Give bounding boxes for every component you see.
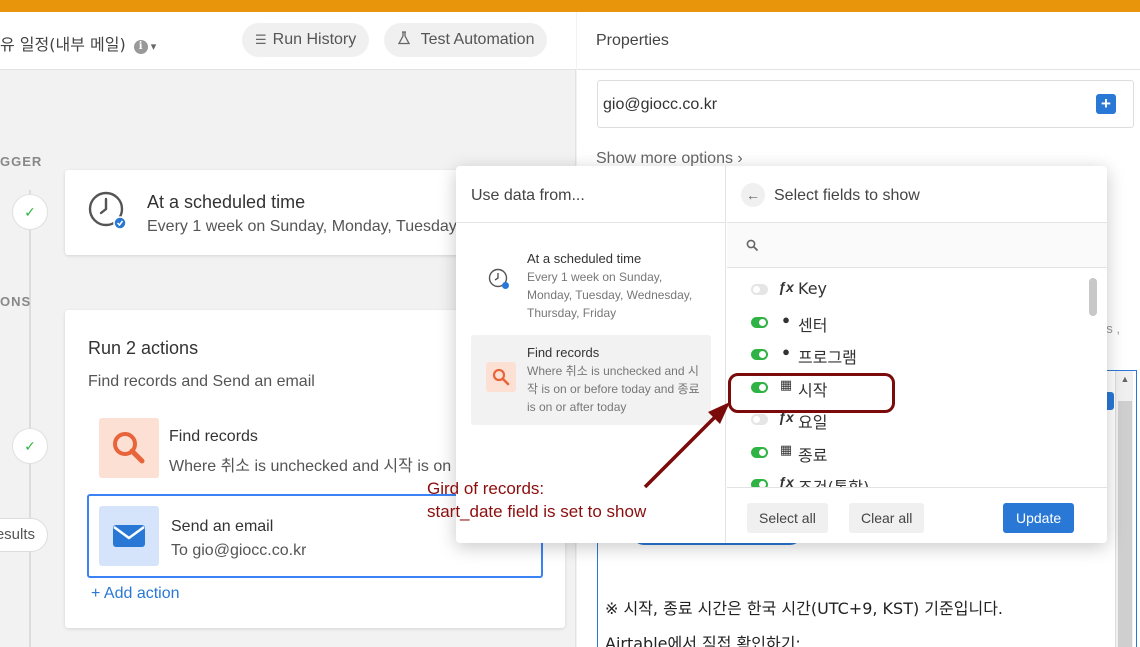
email-to-value: gio@giocc.co.kr (603, 96, 718, 113)
body-scroll-thumb[interactable] (1118, 401, 1132, 647)
back-arrow-icon[interactable]: ← (741, 183, 765, 207)
body-scrollbar[interactable]: ▲ (1115, 371, 1133, 647)
run-history-label: Run History (272, 31, 357, 48)
scroll-up-arrow-icon[interactable]: ▲ (1116, 374, 1134, 384)
body-line-airtable: Airtable에서 직접 확인하기: (605, 634, 801, 647)
annotation-line-2: start_date field is set to show (427, 502, 647, 521)
list-icon: ☰ (255, 32, 267, 47)
find-records-desc: Where 취소 is unchecked and 시작 is on or be… (169, 458, 459, 475)
actions-section-label: ONS (0, 294, 32, 309)
body-line-timezone-note: ※ 시작, 종료 시간은 한국 시간(UTC+9, KST) 기준입니다. (605, 599, 1003, 618)
field-visibility-toggle[interactable] (751, 479, 768, 487)
properties-divider (577, 69, 1140, 70)
use-data-from-title: Use data from... (471, 187, 585, 204)
source-desc: Every 1 week on Sunday, Monday, Tuesday,… (527, 270, 693, 320)
field-visibility-toggle[interactable] (751, 446, 768, 458)
clock-icon (88, 191, 127, 230)
find-records-title: Find records (169, 428, 258, 445)
find-records-icon-box (486, 362, 516, 392)
single-select-icon: ● (782, 311, 790, 327)
field-visibility-toggle[interactable] (751, 284, 768, 295)
field-selector-footer: Select all Clear all Update (727, 487, 1107, 543)
flow-connector-line (29, 190, 31, 647)
search-icon (113, 432, 145, 464)
field-name: 종료 (798, 445, 828, 465)
field-visibility-toggle[interactable] (751, 349, 768, 360)
email-to-field[interactable]: gio@giocc.co.kr + (597, 80, 1134, 128)
field-name: 센터 (798, 315, 828, 335)
field-selector-column: ← Select fields to show ƒx Key ● 센터 ● 프로그램 ▦ 시작… (727, 166, 1107, 543)
app-top-bar (0, 0, 1140, 12)
info-icon[interactable]: i (133, 40, 148, 54)
source-title: Find records (527, 345, 600, 360)
annotation-highlight-box (728, 373, 895, 413)
calendar-icon: ▦ (779, 441, 793, 457)
insert-field-plus-icon[interactable]: + (1096, 94, 1116, 114)
data-source-divider (456, 222, 726, 223)
test-automation-button[interactable]: Test Automation (384, 23, 548, 57)
test-automation-label: Test Automation (420, 31, 535, 48)
chevron-down-icon[interactable]: ▾ (151, 40, 157, 53)
find-records-icon-box (99, 418, 159, 478)
run-history-button[interactable]: ☰ Run History (242, 23, 370, 57)
field-name: 조건(통합) (798, 474, 869, 487)
automation-header: 유 일정(내부 메일) i ▾ ☰ Run History Test Automati… (0, 12, 576, 70)
send-email-title: Send an email (171, 518, 274, 535)
flask-icon (397, 31, 415, 47)
search-icon (746, 239, 759, 252)
trigger-status-check-icon: ✓ (12, 194, 48, 230)
annotation-line-1: Gird of records: (427, 479, 545, 498)
source-scheduled-time[interactable]: At a scheduled time Every 1 week on Sund… (471, 241, 711, 332)
add-action-button[interactable]: + Add action (91, 585, 180, 603)
formula-icon: ƒx (778, 474, 794, 487)
test-results-button[interactable]: esults (0, 518, 48, 552)
field-search-input[interactable] (727, 222, 1107, 268)
field-name: 프로그램 (798, 348, 857, 367)
actions-subtitle: Find records and Send an email (88, 373, 315, 390)
field-list-scroll-thumb[interactable] (1089, 278, 1097, 316)
single-select-icon: ● (782, 344, 790, 359)
send-email-desc: To gio@giocc.co.kr (171, 542, 307, 559)
mail-icon (113, 525, 145, 547)
actions-title: Run 2 actions (88, 338, 199, 358)
field-name: Key (798, 279, 828, 298)
trigger-title: At a scheduled time (147, 192, 306, 212)
field-visibility-toggle[interactable] (751, 414, 768, 425)
send-email-icon-box (99, 506, 159, 566)
annotation-arrow-icon (643, 402, 730, 489)
actions-status-check-icon: ✓ (12, 428, 48, 464)
automation-name[interactable]: 유 일정(내부 메일) i ▾ (0, 31, 156, 55)
trigger-section-label: GGER (0, 154, 43, 169)
search-icon (492, 368, 510, 386)
automation-name-text: 유 일정(내부 메일) (0, 35, 126, 54)
field-visibility-toggle[interactable] (751, 316, 768, 328)
clear-all-button[interactable]: Clear all (849, 503, 925, 533)
source-title: At a scheduled time (527, 251, 642, 266)
formula-icon: ƒx (778, 279, 794, 295)
update-button[interactable]: Update (1003, 503, 1075, 533)
properties-title: Properties (596, 32, 669, 49)
clock-icon (488, 268, 509, 289)
data-picker-popover: Use data from... At a scheduled time Eve… (456, 166, 1107, 543)
select-fields-title: Select fields to show (774, 187, 920, 204)
select-all-button[interactable]: Select all (747, 503, 828, 533)
